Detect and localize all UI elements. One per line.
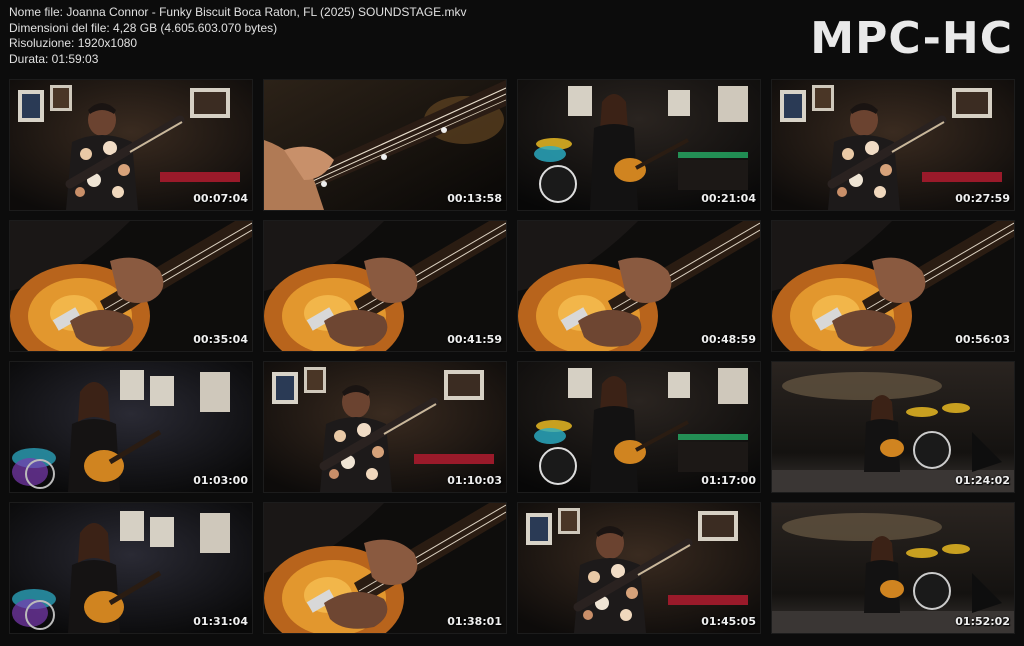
timestamp: 01:24:02 xyxy=(955,474,1010,487)
thumbnail: 01:52:02 xyxy=(772,503,1014,633)
timestamp: 01:31:04 xyxy=(193,615,248,628)
thumbnail: 00:41:59 xyxy=(264,221,506,351)
timestamp: 00:56:03 xyxy=(955,333,1010,346)
thumbnail: 00:35:04 xyxy=(10,221,252,351)
timestamp: 00:48:59 xyxy=(701,333,756,346)
video-frame xyxy=(518,503,760,633)
thumbnail: 01:38:01 xyxy=(264,503,506,633)
file-name-line: Nome file: Joanna Connor - Funky Biscuit… xyxy=(9,5,467,19)
timestamp: 00:35:04 xyxy=(193,333,248,346)
thumbnail: 00:13:58 xyxy=(264,80,506,210)
timestamp: 01:38:01 xyxy=(447,615,502,628)
video-frame xyxy=(10,80,252,210)
video-frame xyxy=(264,80,506,210)
video-frame xyxy=(10,362,252,492)
thumbnail: 01:17:00 xyxy=(518,362,760,492)
timestamp: 01:45:05 xyxy=(701,615,756,628)
timestamp: 00:27:59 xyxy=(955,192,1010,205)
video-frame xyxy=(10,221,252,351)
thumbnail: 00:07:04 xyxy=(10,80,252,210)
mpc-hc-logo: MPC-HC xyxy=(810,13,1013,64)
timestamp: 00:21:04 xyxy=(701,192,756,205)
video-frame xyxy=(518,221,760,351)
video-frame xyxy=(264,503,506,633)
thumbnail: 01:31:04 xyxy=(10,503,252,633)
thumbnail: 01:45:05 xyxy=(518,503,760,633)
thumbnail: 01:24:02 xyxy=(772,362,1014,492)
video-frame xyxy=(264,362,506,492)
timestamp: 01:10:03 xyxy=(447,474,502,487)
timestamp: 01:17:00 xyxy=(701,474,756,487)
thumbnail: 00:56:03 xyxy=(772,221,1014,351)
thumbnail: 00:48:59 xyxy=(518,221,760,351)
video-frame xyxy=(772,362,1014,492)
duration-line: Durata: 01:59:03 xyxy=(9,51,99,66)
video-frame xyxy=(518,362,760,492)
timestamp: 00:07:04 xyxy=(193,192,248,205)
timestamp: 00:13:58 xyxy=(447,192,502,205)
thumbnail: 00:27:59 xyxy=(772,80,1014,210)
thumbnail: 00:21:04 xyxy=(518,80,760,210)
thumbnail: 01:03:00 xyxy=(10,362,252,492)
video-frame xyxy=(264,221,506,351)
thumbnail-grid: 00:07:04 00:13:58 00:21:04 00:27:59 00:3… xyxy=(10,80,1014,633)
timestamp: 00:41:59 xyxy=(447,333,502,346)
file-info: Nome file: Joanna Connor - Funky Biscuit… xyxy=(9,5,467,67)
video-frame xyxy=(10,503,252,633)
resolution-line: Risoluzione: 1920x1080 xyxy=(9,36,138,50)
timestamp: 01:03:00 xyxy=(193,474,248,487)
thumbnail: 01:10:03 xyxy=(264,362,506,492)
timestamp: 01:52:02 xyxy=(955,615,1010,628)
video-frame xyxy=(772,503,1014,633)
video-frame xyxy=(772,80,1014,210)
video-frame xyxy=(772,221,1014,351)
video-frame xyxy=(518,80,760,210)
file-size-line: Dimensioni del file: 4,28 GB (4.605.603.… xyxy=(9,20,278,35)
